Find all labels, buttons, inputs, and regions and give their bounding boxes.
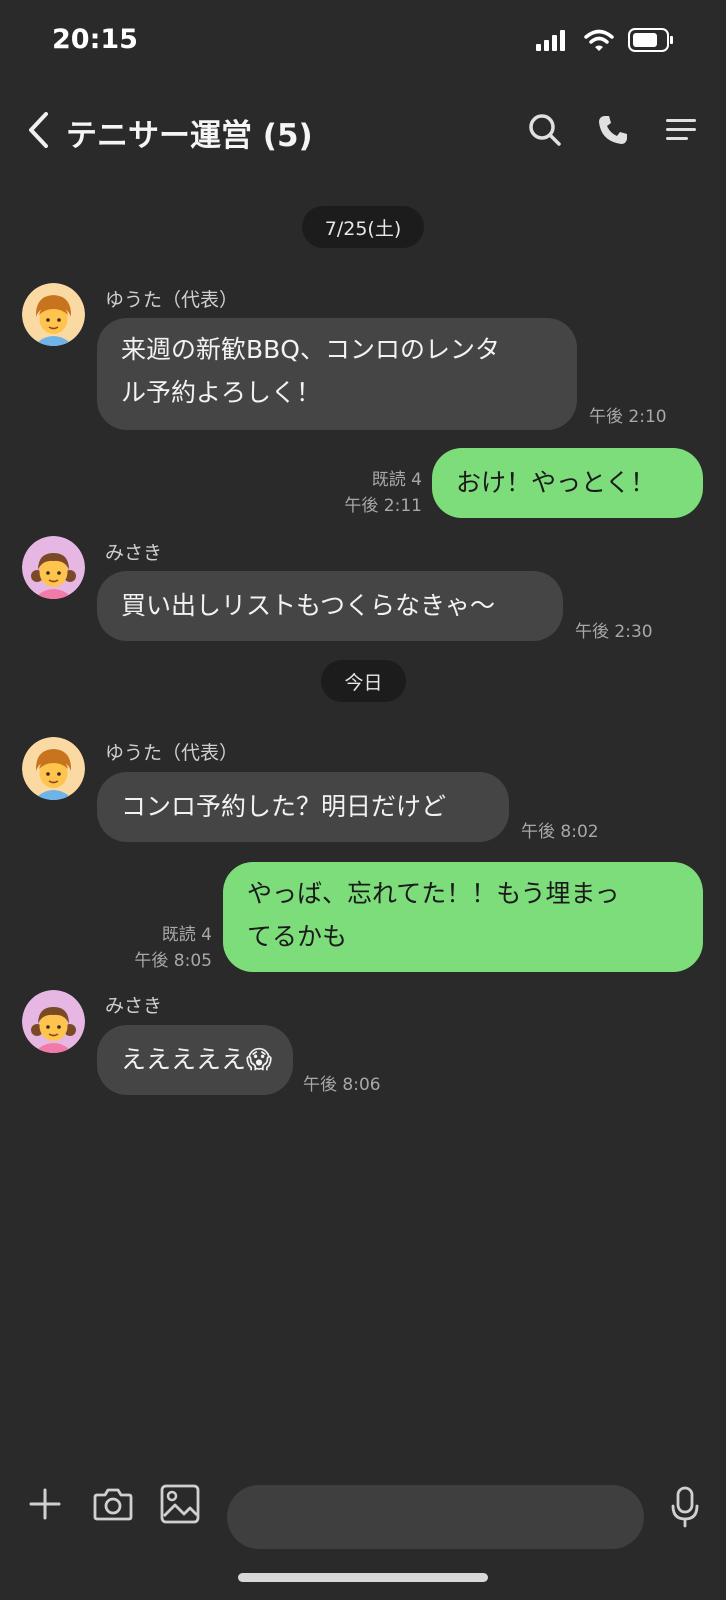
message-time: 午後 8:06 <box>303 1075 381 1095</box>
message-time: 午後 2:30 <box>575 622 653 642</box>
voice-button[interactable] <box>662 1484 708 1530</box>
sender-name: みさき <box>105 995 163 1017</box>
sender-name: ゆうた（代表） <box>105 289 239 311</box>
battery-icon <box>628 28 674 56</box>
message-line: てるかも <box>247 922 348 951</box>
chat-header: テニサー運営 (5) <box>0 96 726 166</box>
menu-button[interactable] <box>661 110 701 150</box>
message-time: 午後 8:02 <box>521 822 599 842</box>
message-input[interactable] <box>227 1485 644 1549</box>
input-bar <box>0 1460 726 1550</box>
girl-avatar-icon <box>22 536 85 599</box>
message-bubble[interactable]: コンロ予約した？明日だけど <box>97 772 509 842</box>
camera-icon <box>93 1488 133 1521</box>
image-icon <box>160 1484 200 1524</box>
message-bubble[interactable]: 買い出しリストもつくらなきゃ〜 <box>97 571 563 641</box>
girl-avatar-icon <box>22 990 85 1053</box>
message-line: 買い出しリストもつくらなきゃ〜 <box>121 591 496 620</box>
mic-icon <box>671 1486 699 1528</box>
message-line: やっば、忘れてた！！もう埋まっ <box>247 879 620 908</box>
boy-avatar-icon <box>22 737 85 800</box>
wifi-icon <box>584 29 614 55</box>
avatar[interactable] <box>22 990 85 1053</box>
signal-icon <box>536 29 570 55</box>
message-time: 午後 8:05 <box>134 951 212 971</box>
date-separator: 今日 <box>321 660 406 702</box>
plus-icon <box>29 1488 61 1520</box>
plus-button[interactable] <box>22 1481 68 1527</box>
chat-title: テニサー運営 (5) <box>66 118 313 154</box>
sender-name: みさき <box>105 542 163 564</box>
avatar[interactable] <box>22 283 85 346</box>
message-time: 午後 2:11 <box>344 496 422 516</box>
search-button[interactable] <box>525 110 565 150</box>
message-bubble[interactable]: 来週の新歓BBQ、コンロのレンタ ル予約よろしく！ <box>97 318 577 430</box>
status-time: 20:15 <box>52 24 138 55</box>
camera-button[interactable] <box>90 1481 136 1527</box>
message-line: コンロ予約した？明日だけど <box>121 792 447 821</box>
search-icon <box>529 114 561 146</box>
home-indicator[interactable] <box>238 1573 488 1582</box>
status-bar: 20:15 <box>0 0 726 84</box>
avatar[interactable] <box>22 536 85 599</box>
back-icon <box>29 112 48 148</box>
message-line: ル予約よろしく！ <box>121 378 322 407</box>
read-receipt: 既読 4 <box>161 925 212 945</box>
date-separator: 7/25(土) <box>302 206 424 248</box>
message-line: 来週の新歓BBQ、コンロのレンタ <box>121 335 500 364</box>
message-time: 午後 2:10 <box>589 407 667 427</box>
menu-icon <box>666 119 696 140</box>
sender-name: ゆうた（代表） <box>105 742 239 764</box>
avatar[interactable] <box>22 737 85 800</box>
gallery-button[interactable] <box>157 1481 203 1527</box>
boy-avatar-icon <box>22 283 85 346</box>
message-line: えええええ😱 <box>121 1045 273 1074</box>
message-bubble[interactable]: やっば、忘れてた！！もう埋まっ てるかも <box>223 862 703 972</box>
back-button[interactable] <box>22 108 54 152</box>
message-line: おけ！やっとく！ <box>456 468 656 497</box>
phone-icon <box>599 116 627 144</box>
message-bubble[interactable]: おけ！やっとく！ <box>432 448 703 518</box>
message-bubble[interactable]: えええええ😱 <box>97 1025 293 1095</box>
call-button[interactable] <box>593 110 633 150</box>
status-icons <box>536 28 674 56</box>
read-receipt: 既読 4 <box>371 470 422 490</box>
